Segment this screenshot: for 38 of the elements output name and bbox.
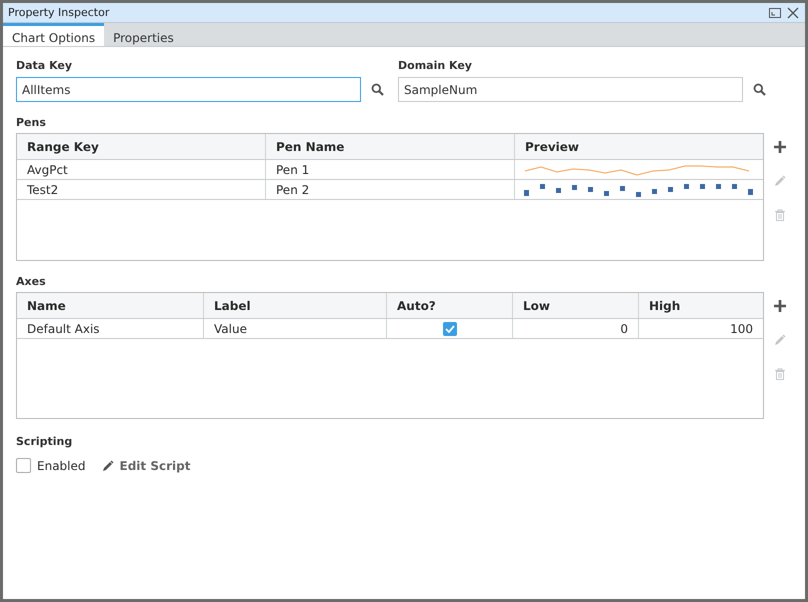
pencil-icon — [102, 460, 114, 472]
table-cell: 0 — [513, 319, 639, 338]
text-field[interactable]: SampleNum — [398, 77, 743, 102]
column-header[interactable]: Pen Name — [266, 134, 515, 159]
column-header[interactable]: Name — [17, 293, 204, 318]
checkbox[interactable] — [16, 458, 31, 473]
checkbox[interactable] — [442, 322, 456, 336]
float-icon[interactable] — [769, 8, 781, 18]
table-cell: Pen 1 — [266, 160, 515, 179]
section-title: Pens — [16, 116, 47, 129]
edit-script-button[interactable]: Edit Script — [102, 458, 190, 472]
checkbox-label: Enabled — [37, 458, 86, 472]
column-header[interactable]: Range Key — [17, 134, 266, 159]
search-icon[interactable] — [371, 83, 384, 96]
section-title: Scripting — [16, 435, 74, 448]
table-cell: AvgPct — [17, 160, 266, 179]
table-cell-text: 100 — [729, 320, 754, 338]
plus-icon[interactable] — [774, 141, 786, 153]
window-title: Property Inspector — [8, 6, 110, 19]
plus-icon[interactable] — [774, 300, 786, 312]
column-header[interactable]: Preview — [515, 134, 763, 159]
table-cell: Test2 — [17, 180, 266, 199]
table-cell: Value — [204, 319, 387, 338]
tab[interactable]: Properties — [104, 23, 183, 46]
check-icon — [444, 324, 454, 332]
field-label: Data Key — [16, 59, 74, 72]
table-cell: Default Axis — [17, 319, 204, 338]
field-label: Domain Key — [398, 59, 473, 72]
search-icon[interactable] — [753, 83, 766, 96]
column-header[interactable]: Auto? — [387, 293, 513, 318]
table-cell: Pen 2 — [266, 180, 515, 199]
section-title: Axes — [16, 275, 47, 288]
column-header[interactable]: High — [639, 293, 763, 318]
close-icon[interactable] — [787, 6, 799, 18]
text-field[interactable]: AllItems — [16, 77, 361, 102]
column-header[interactable]: Label — [204, 293, 387, 318]
tab[interactable]: Chart Options — [3, 23, 104, 46]
column-header[interactable]: Low — [513, 293, 639, 318]
